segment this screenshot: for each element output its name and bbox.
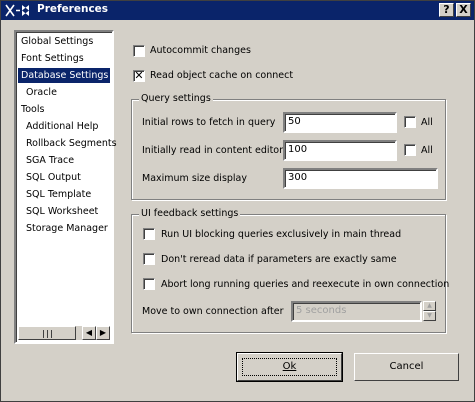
tree-item-database-settings[interactable]: Database Settings <box>18 68 110 83</box>
initially-read-label: Initially read in content editor <box>142 145 284 156</box>
abort-long-label: Abort long running queries and reexecute… <box>161 279 450 290</box>
tree-item-global-settings[interactable]: Global Settings <box>18 34 96 49</box>
max-size-label: Maximum size display <box>142 173 248 184</box>
initial-rows-input[interactable]: 50 <box>283 112 397 133</box>
title-bar[interactable]: Preferences ? X <box>1 1 474 20</box>
settings-tree[interactable]: Global Settings Font Settings Database S… <box>14 30 117 344</box>
tree-item-rollback-segments[interactable]: Rollback Segments <box>23 136 120 151</box>
initially-read-all-label: All <box>421 145 433 156</box>
initially-read-all-checkbox[interactable] <box>404 144 416 156</box>
horizontal-scrollbar[interactable]: ◀ ▶ <box>18 326 110 340</box>
spin-down-icon[interactable]: ▼ <box>423 311 436 321</box>
initial-rows-all-label: All <box>421 117 433 128</box>
autocommit-label: Autocommit changes <box>150 45 251 56</box>
dont-reread-checkbox[interactable] <box>143 253 155 265</box>
initial-rows-label: Initial rows to fetch in query <box>142 117 276 128</box>
focus-ring <box>242 358 337 376</box>
ui-feedback-title: UI feedback settings <box>139 208 241 219</box>
run-blocking-checkbox[interactable] <box>143 228 155 240</box>
move-to-own-spinner[interactable]: 5 seconds <box>291 301 422 322</box>
ok-button[interactable]: Ok <box>236 352 343 382</box>
tree-item-tools[interactable]: Tools <box>18 102 47 117</box>
query-settings-title: Query settings <box>139 93 213 104</box>
move-to-own-label: Move to own connection after <box>142 306 284 317</box>
cancel-button[interactable]: Cancel <box>354 353 459 381</box>
tree-item-storage-manager[interactable]: Storage Manager <box>23 221 111 236</box>
read-cache-checkbox[interactable]: ✕ <box>133 70 145 82</box>
scroll-left-icon[interactable]: ◀ <box>82 326 96 340</box>
run-blocking-label: Run UI blocking queries exclusively in m… <box>161 229 402 240</box>
scroll-right-icon[interactable]: ▶ <box>96 326 110 340</box>
dont-reread-label: Don't reread data if parameters are exac… <box>161 254 397 265</box>
scroll-thumb[interactable] <box>18 326 76 340</box>
tree-item-sql-output[interactable]: SQL Output <box>23 170 84 185</box>
close-button[interactable]: X <box>456 3 471 17</box>
window-menu-icon[interactable] <box>5 4 33 17</box>
initially-read-input[interactable]: 100 <box>283 140 397 161</box>
cancel-button-label: Cancel <box>389 361 424 372</box>
tree-item-sql-worksheet[interactable]: SQL Worksheet <box>23 204 101 219</box>
spin-up-icon[interactable]: ▲ <box>423 301 436 311</box>
tree-item-additional-help[interactable]: Additional Help <box>23 119 101 134</box>
abort-long-checkbox[interactable] <box>143 278 155 290</box>
initial-rows-all-checkbox[interactable] <box>404 116 416 128</box>
autocommit-checkbox[interactable] <box>133 45 145 57</box>
max-size-input[interactable]: 300 <box>283 168 438 189</box>
tree-item-sga-trace[interactable]: SGA Trace <box>23 153 77 168</box>
window-title: Preferences <box>37 3 109 15</box>
help-button[interactable]: ? <box>439 3 454 17</box>
tree-item-font-settings[interactable]: Font Settings <box>18 51 87 66</box>
read-cache-label: Read object cache on connect <box>150 70 294 81</box>
tree-item-oracle[interactable]: Oracle <box>23 85 60 100</box>
tree-item-sql-template[interactable]: SQL Template <box>23 187 94 202</box>
